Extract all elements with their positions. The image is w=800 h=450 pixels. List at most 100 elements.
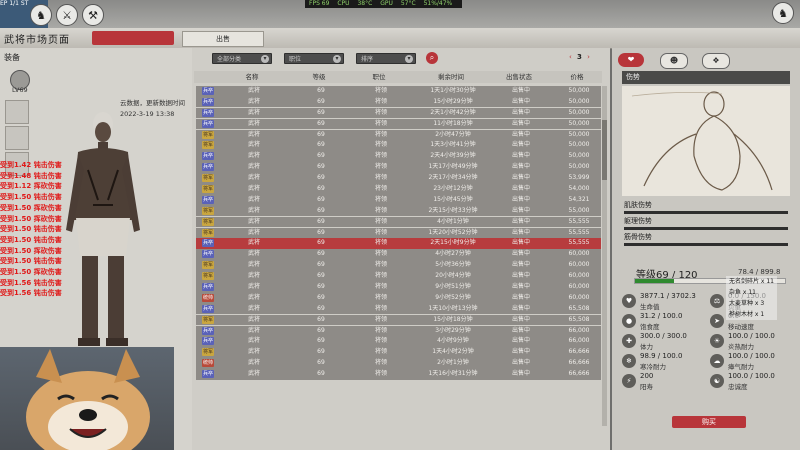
cell-time: 2天17小时34分钟 [428,174,478,182]
cell-time: 4小时27分钟 [435,250,471,258]
cell-job: 将领 [374,370,387,378]
table-row[interactable]: 将军 武将 69 将领 2天15小时33分钟 出售中 55,000 [196,205,601,217]
cell-job: 将领 [374,195,387,203]
table-row[interactable]: 将军 武将 69 将领 15小时18分钟 出售中 65,508 [196,314,601,326]
skull-tab-icon[interactable]: ☻ [660,53,688,69]
job-dropdown-value: 职位 [289,56,302,63]
equip-slot-2[interactable] [5,126,29,150]
cell-job: 将领 [374,174,387,182]
buff-line: 受到1.56 钝击伤害 [0,278,62,287]
horse-icon[interactable]: ♞ [30,4,52,26]
injury-label: 肌肤伤势 [624,201,652,209]
next-page-button[interactable]: › [587,53,590,61]
table-row[interactable]: 兵卒 武将 69 将领 15小时45分钟 出售中 54,321 [196,194,601,206]
cell-level: 69 [317,250,325,258]
cell-job: 将领 [374,326,387,334]
cell-job: 将领 [374,348,387,356]
table-row[interactable]: 兵卒 武将 69 将领 9小时51分钟 出售中 60,000 [196,282,601,293]
cell-status: 出售中 [511,174,530,182]
table-row[interactable]: 兵卒 武将 69 将领 2天15小时9分钟 出售中 55,555 [196,238,601,250]
table-row[interactable]: 将军 武将 69 将领 2小时47分钟 出售中 50,000 [196,129,601,141]
swords-icon[interactable]: ⚔ [56,4,78,26]
stat-item: ❄ 98.9 / 100.0 寒冷耐力 [622,352,712,374]
equip-slot-1[interactable] [5,100,29,124]
cell-time: 2小时47分钟 [435,130,471,138]
table-row[interactable]: 将军 武将 69 将领 1天20小时52分钟 出售中 55,555 [196,227,601,239]
table-header: 名称 等级 职位 剩余时间 出售状态 价格 [194,71,602,83]
table-row[interactable]: 将军 武将 69 将领 2天17小时34分钟 出售中 53,999 [196,173,601,184]
table-row[interactable]: 将军 武将 69 将领 1天3小时41分钟 出售中 50,000 [196,140,601,152]
search-button[interactable]: ⌕ [426,52,438,64]
table-row[interactable]: 兵卒 武将 69 将领 4小时27分钟 出售中 60,000 [196,249,601,260]
tab-market[interactable] [92,31,174,45]
rank-badge-icon: 将军 [202,130,214,139]
cell-level: 69 [317,283,325,291]
cell-job: 将领 [374,108,387,116]
category-dropdown[interactable]: 全部分类 ▾ [212,53,272,64]
table-row[interactable]: 兵卒 武将 69 将领 1天1小时30分钟 出售中 50,000 [196,86,601,97]
table-row[interactable]: 兵卒 武将 69 将领 3小时29分钟 出售中 66,000 [196,325,601,337]
body-sketch [622,86,790,196]
cell-time: 1天10小时13分钟 [428,304,478,312]
hammer-icon[interactable]: ⚒ [82,4,104,26]
table-row[interactable]: 兵卒 武将 69 将领 2天4小时39分钟 出售中 50,000 [196,151,601,162]
table-row[interactable]: 统帅 武将 69 将领 2小时1分钟 出售中 66,666 [196,358,601,369]
col-name[interactable]: 名称 [222,71,282,83]
table-row[interactable]: 将军 武将 69 将领 1天4小时2分钟 出售中 66,666 [196,347,601,358]
cell-time: 15小时45分钟 [433,195,473,203]
sort-dropdown[interactable]: 排序 ▾ [356,53,416,64]
cell-level: 69 [317,108,325,116]
cell-job: 将领 [374,217,387,225]
cell-name: 武将 [247,283,260,291]
page-number: 3 [577,53,582,61]
table-row[interactable]: 兵卒 武将 69 将领 15小时29分钟 出售中 50,000 [196,96,601,108]
table-row[interactable]: 将军 武将 69 将领 20小时4分钟 出售中 60,000 [196,271,601,282]
cell-name: 武将 [247,337,260,345]
pickup-line: 桦树木材 x 1 [729,311,765,318]
stat-name: 体力 [640,343,653,351]
cpu-label: CPU [337,0,350,7]
table-row[interactable]: 兵卒 武将 69 将领 4小时9分钟 出售中 66,000 [196,336,601,348]
cell-status: 出售中 [511,228,530,236]
cell-name: 武将 [247,348,260,356]
table-row[interactable]: 将军 武将 69 将领 5小时36分钟 出售中 60,000 [196,260,601,271]
col-job[interactable]: 职位 [354,71,404,83]
col-time[interactable]: 剩余时间 [416,71,486,83]
cell-level: 69 [317,337,325,345]
rank-badge-icon: 兵卒 [202,108,214,117]
job-dropdown[interactable]: 职位 ▾ [284,53,344,64]
cell-time: 2天1小时42分钟 [430,108,476,116]
hammer-glyph: ⚒ [88,8,98,22]
buff-line: 受到1.50 钝击伤害 [0,235,62,244]
col-level[interactable]: 等级 [294,71,344,83]
buy-button[interactable]: 购买 [672,416,746,428]
cell-price: 50,000 [568,108,590,116]
col-status[interactable]: 出售状态 [494,71,544,83]
table-row[interactable]: 兵卒 武将 69 将领 11小时18分钟 出售中 50,000 [196,118,601,130]
rank-badge-icon: 兵卒 [202,337,214,346]
table-row[interactable]: 兵卒 武将 69 将领 1天17小时49分钟 出售中 50,000 [196,162,601,173]
table-row[interactable]: 将军 武将 69 将领 4小时1分钟 出售中 55,555 [196,216,601,228]
rank-badge-icon: 兵卒 [202,195,214,204]
table-row[interactable]: 兵卒 武将 69 将领 1天16小时31分钟 出售中 66,666 [196,369,601,380]
heart-tab-icon[interactable]: ❤ [618,53,644,67]
scrollbar-thumb[interactable] [602,120,607,180]
col-price[interactable]: 价格 [552,71,602,83]
table-row[interactable]: 统帅 武将 69 将领 9小时52分钟 出售中 60,000 [196,292,601,304]
horse-head-icon[interactable]: ♞ [772,2,794,24]
cell-price: 60,000 [568,272,590,280]
shield-tab-icon[interactable]: ❖ [702,53,730,69]
cell-name: 武将 [247,250,260,258]
prev-page-button[interactable]: ‹ [569,53,572,61]
stat-item: ✚ 300.0 / 300.0 体力 [622,332,712,354]
table-row[interactable]: 兵卒 武将 69 将领 1天10小时13分钟 出售中 65,508 [196,303,601,315]
pagination: ‹ 3 › [566,53,593,61]
pickup-line: 大麦草种 x 3 [729,300,765,307]
injury-label: 躯理伤势 [624,217,652,225]
table-row[interactable]: 将军 武将 69 将领 23小时12分钟 出售中 54,000 [196,184,601,195]
tab-sell[interactable]: 出售 [182,31,264,47]
table-row[interactable]: 兵卒 武将 69 将领 2天1小时42分钟 出售中 50,000 [196,107,601,119]
injury-bone: 筋骨伤势 [624,232,788,246]
cell-level: 69 [317,119,325,127]
cell-level: 69 [317,195,325,203]
